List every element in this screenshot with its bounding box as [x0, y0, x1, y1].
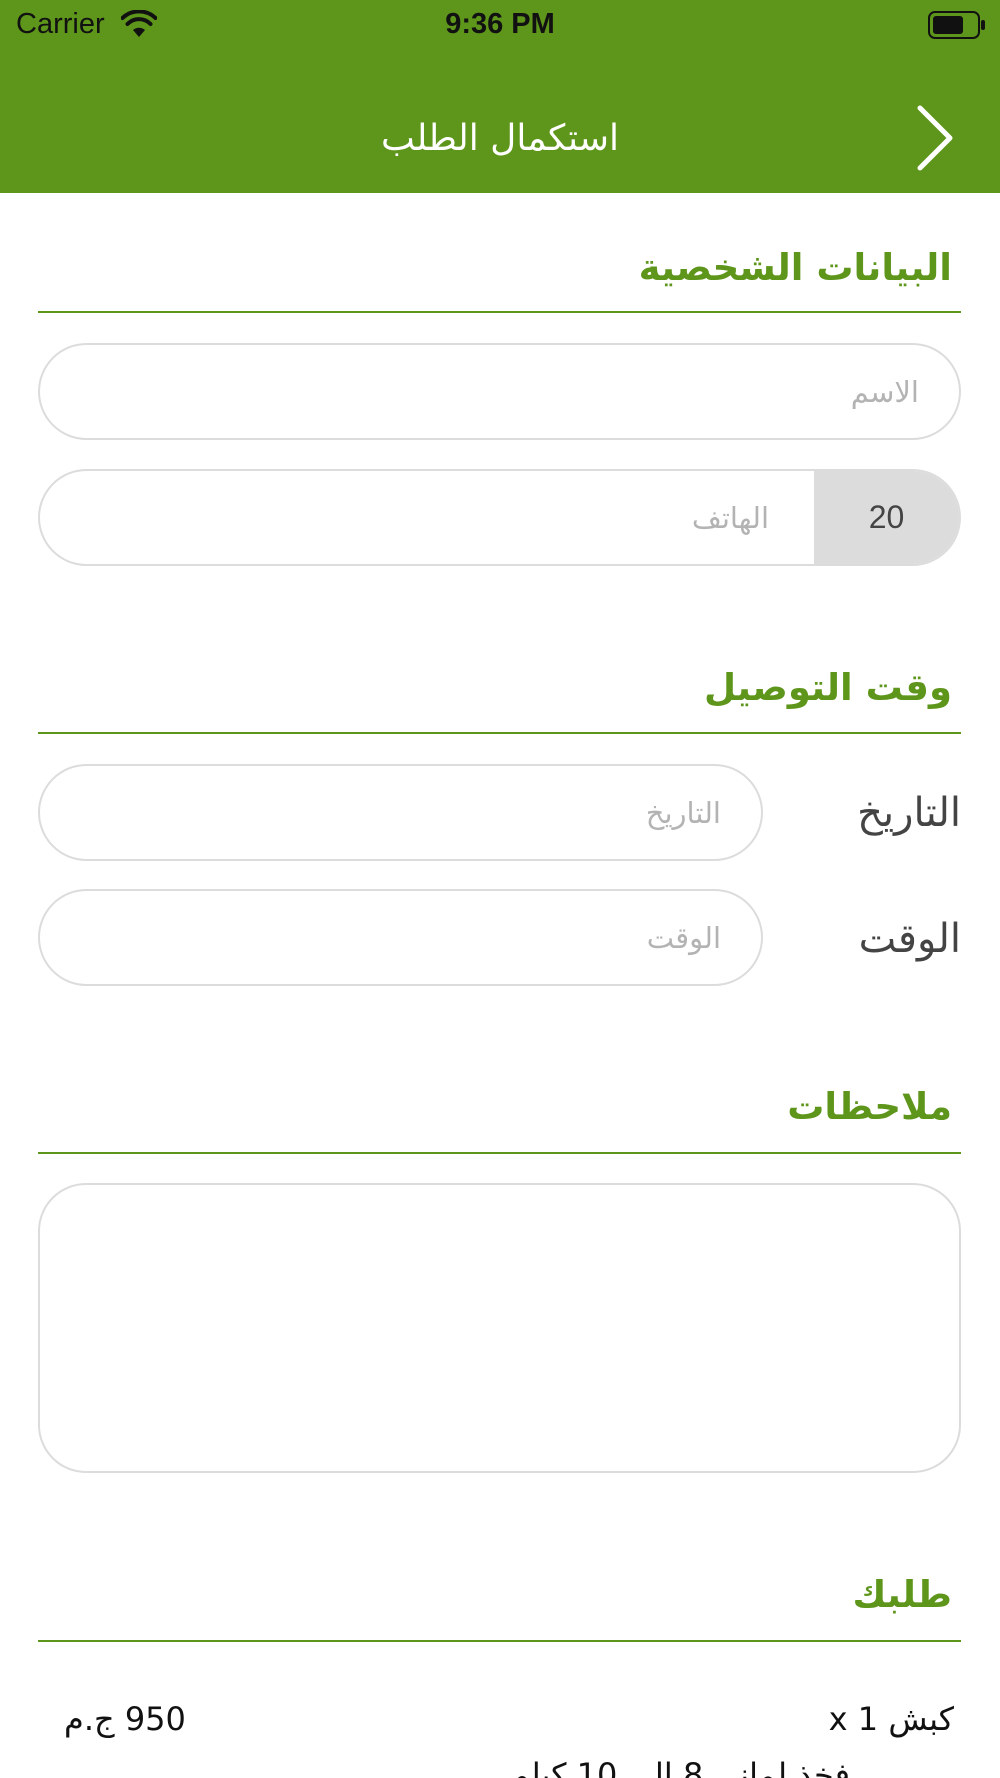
phone-field[interactable]: 20 الهاتف	[38, 469, 961, 566]
page-title: استكمال الطلب	[380, 118, 620, 159]
time-input[interactable]: الوقت	[38, 889, 763, 986]
section-divider	[38, 1640, 961, 1642]
chevron-right-icon[interactable]	[905, 102, 961, 174]
time-label: الوقت	[858, 916, 961, 962]
battery-icon	[928, 11, 985, 39]
phone-placeholder: الهاتف	[691, 500, 769, 535]
status-time: 9:36 PM	[445, 8, 555, 40]
date-input[interactable]: التاريخ	[38, 764, 763, 861]
checkout-screen: Carrier 9:36 PM استكمال الطلب البيانات ا…	[0, 0, 1000, 1778]
order-heading: طلبك	[852, 1573, 952, 1616]
section-divider	[38, 311, 961, 313]
phone-country-code[interactable]: 20	[814, 471, 959, 564]
time-placeholder: الوقت	[646, 920, 721, 955]
delivery-time-heading: وقت التوصيل	[703, 666, 952, 709]
order-item-name: كبش x 1	[828, 1700, 954, 1738]
section-divider	[38, 1152, 961, 1154]
section-divider	[38, 732, 961, 734]
personal-data-heading: البيانات الشخصية	[638, 246, 952, 289]
date-placeholder: التاريخ	[645, 795, 721, 830]
order-item-detail: فخذ لمانى 8 إلى 10 كيلو	[514, 1756, 850, 1778]
order-item-price: 950 ج.م	[64, 1700, 186, 1738]
name-input[interactable]: الاسم	[38, 343, 961, 440]
notes-heading: ملاحظات	[787, 1085, 952, 1128]
notes-textarea[interactable]	[38, 1183, 961, 1473]
nav-bar: Carrier 9:36 PM استكمال الطلب	[0, 0, 1000, 193]
name-placeholder: الاسم	[850, 374, 919, 409]
date-label: التاريخ	[857, 790, 961, 836]
